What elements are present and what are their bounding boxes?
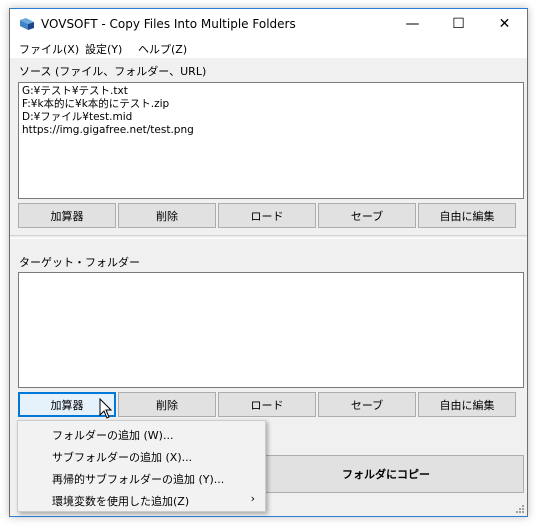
target-save-button[interactable]: セーブ xyxy=(318,392,416,417)
target-label: ターゲット・フォルダー xyxy=(19,256,140,269)
window-title: VOVSOFT - Copy Files Into Multiple Folde… xyxy=(41,17,296,31)
menu-file[interactable]: ファイル(X) xyxy=(19,41,79,57)
close-button[interactable]: ✕ xyxy=(482,9,527,39)
add-folder-popup-menu: フォルダーの追加 (W)... サブフォルダーの追加 (X)... 再帰的サブフ… xyxy=(17,420,266,512)
minimize-button[interactable]: — xyxy=(390,9,435,39)
source-edit-button[interactable]: 自由に編集 xyxy=(418,203,516,228)
copy-button-label: フォルダにコピー xyxy=(342,468,430,481)
title-bar[interactable]: VOVSOFT - Copy Files Into Multiple Folde… xyxy=(10,9,527,39)
source-item: D:¥ファイル¥test.mid xyxy=(22,111,133,123)
target-load-button[interactable]: ロード xyxy=(218,392,316,417)
source-save-button[interactable]: セーブ xyxy=(318,203,416,228)
app-icon xyxy=(20,18,34,30)
popup-item-add-env[interactable]: 環境変数を使用した追加(Z) › xyxy=(18,489,265,511)
source-add-button[interactable]: 加算器 xyxy=(18,203,116,228)
source-label: ソース (ファイル、フォルダー、URL) xyxy=(19,65,207,78)
source-list[interactable]: G:¥テスト¥テスト.txt F:¥k本的に¥k本的にテスト.zip D:¥ファ… xyxy=(18,82,524,199)
maximize-button[interactable]: ☐ xyxy=(436,9,481,39)
resize-grip-icon[interactable] xyxy=(513,502,525,514)
menu-bar: ファイル(X) 設定(Y) ヘルプ(Z) xyxy=(10,39,527,58)
source-load-button[interactable]: ロード xyxy=(218,203,316,228)
source-delete-button[interactable]: 削除 xyxy=(118,203,216,228)
source-item: https://img.gigafree.net/test.png xyxy=(22,124,194,136)
splitter[interactable] xyxy=(10,235,527,239)
mouse-cursor-icon xyxy=(99,398,113,419)
minimize-icon: — xyxy=(405,16,420,32)
maximize-icon: ☐ xyxy=(452,16,465,32)
menu-settings[interactable]: 設定(Y) xyxy=(85,41,122,57)
popup-item-add-subfolders[interactable]: サブフォルダーの追加 (X)... xyxy=(18,445,265,467)
popup-item-add-recursive[interactable]: 再帰的サブフォルダーの追加 (Y)... xyxy=(18,467,265,489)
target-delete-button[interactable]: 削除 xyxy=(118,392,216,417)
close-icon: ✕ xyxy=(498,16,511,32)
target-list[interactable] xyxy=(18,272,524,388)
source-item: F:¥k本的に¥k本的にテスト.zip xyxy=(22,98,170,110)
menu-help[interactable]: ヘルプ(Z) xyxy=(138,41,187,57)
source-item: G:¥テスト¥テスト.txt xyxy=(22,85,128,97)
target-edit-button[interactable]: 自由に編集 xyxy=(418,392,516,417)
submenu-arrow-icon: › xyxy=(250,492,255,505)
popup-item-add-folder[interactable]: フォルダーの追加 (W)... xyxy=(18,423,265,445)
